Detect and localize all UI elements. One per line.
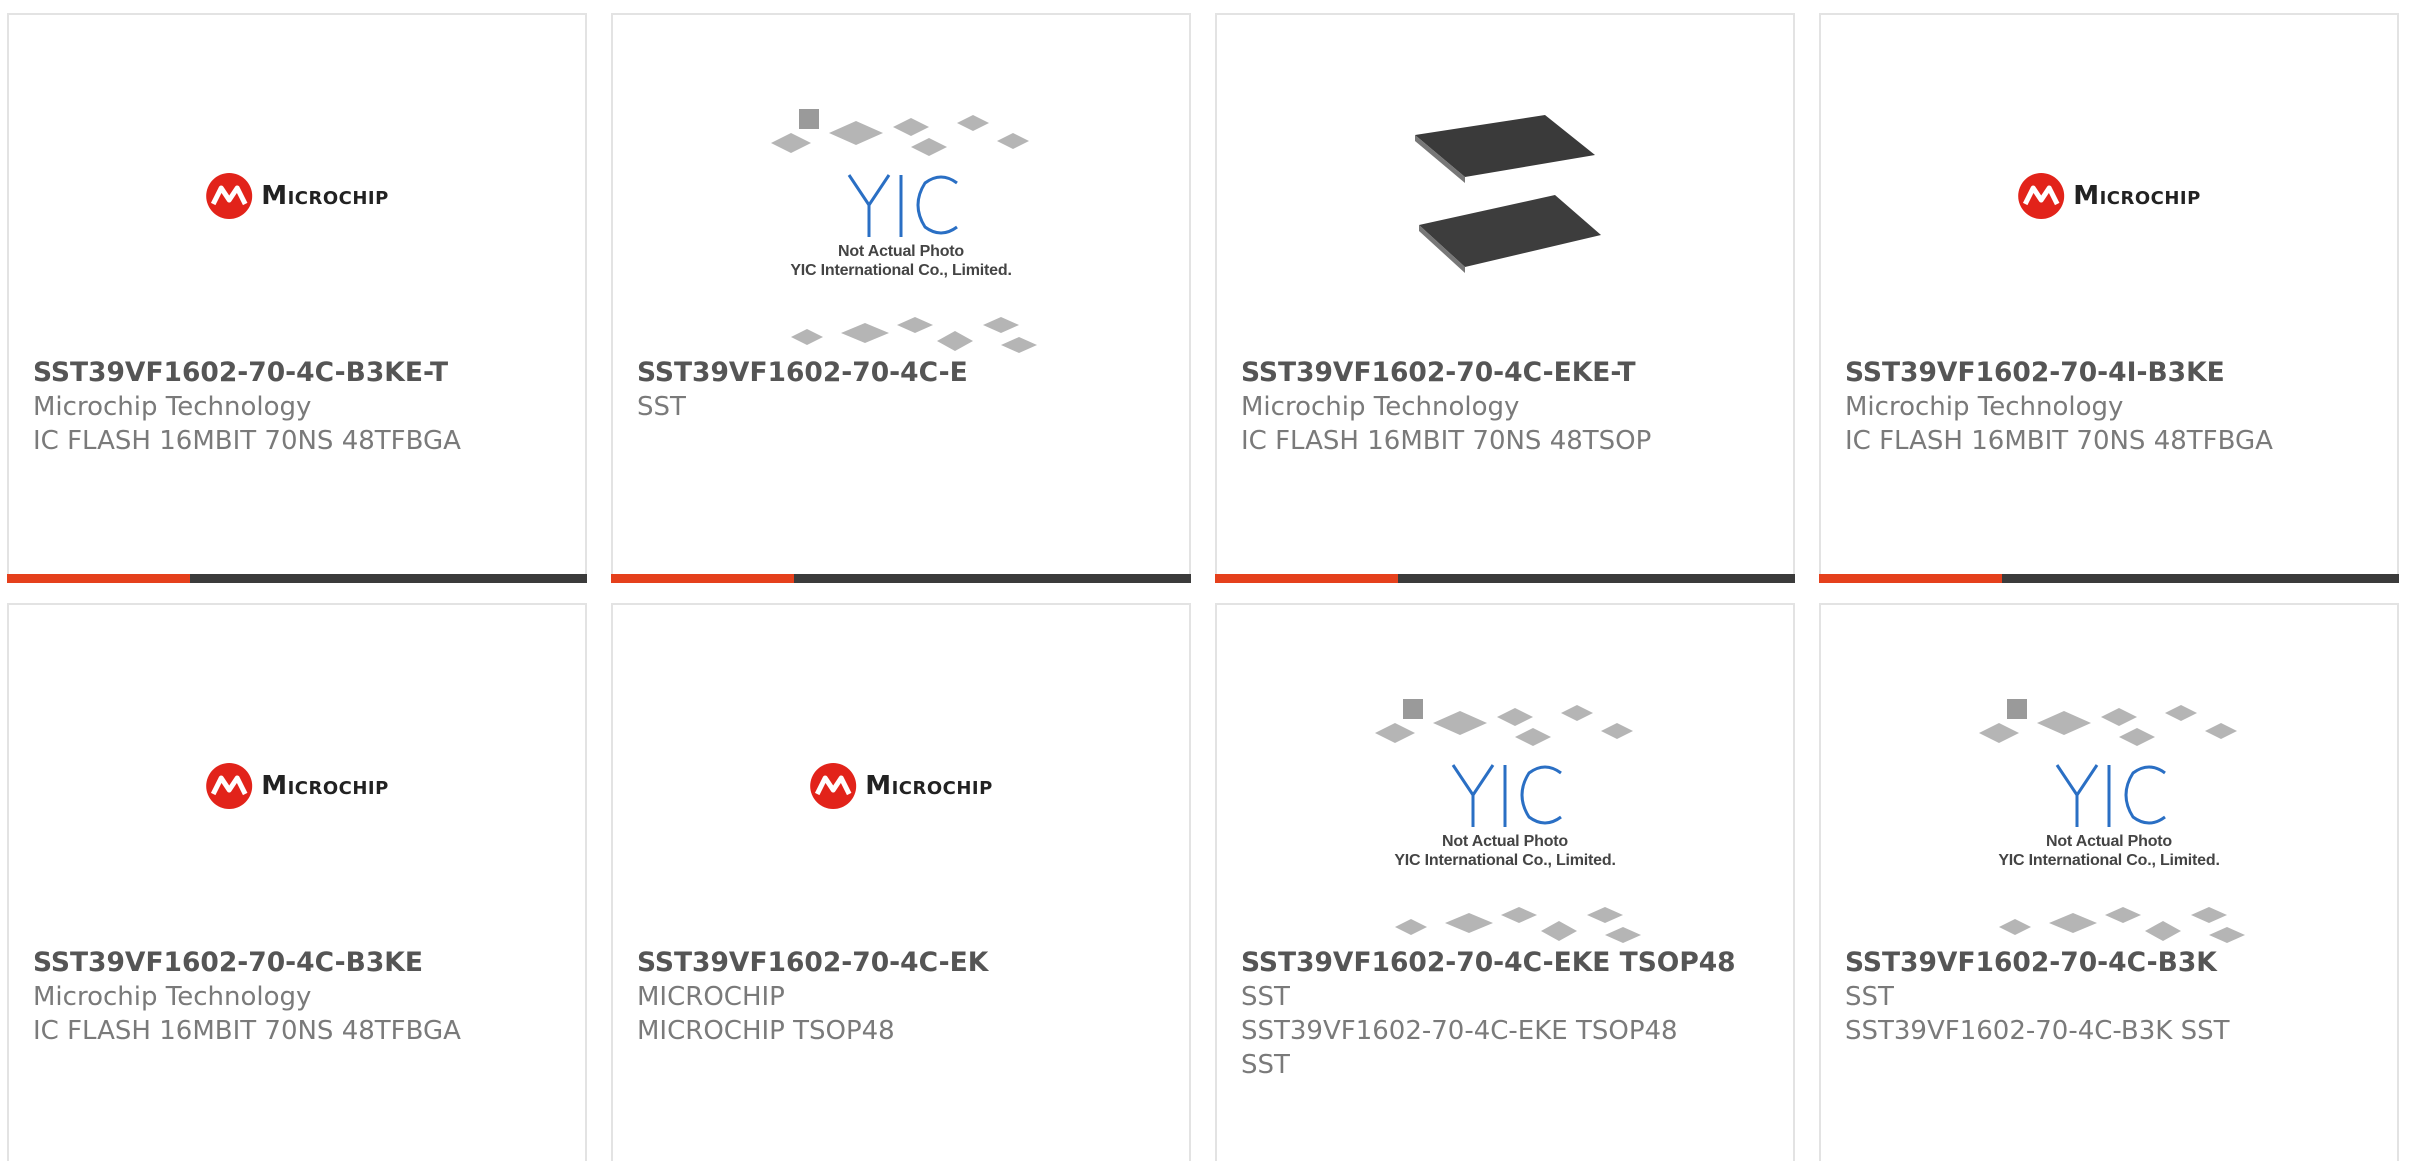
part-number[interactable]: SST39VF1602-70-4C-E <box>637 356 1165 390</box>
part-number[interactable]: SST39VF1602-70-4I-B3KE <box>1845 356 2373 390</box>
description: SST39VF1602-70-4C-EKE TSOP48 <box>1241 1016 1678 1046</box>
description: IC FLASH 16MBIT 70NS 48TFBGA <box>1845 426 2273 456</box>
yic-placeholder-image: Not Actual Photo YIC International Co., … <box>761 105 1041 355</box>
part-number[interactable]: SST39VF1602-70-4C-EK <box>637 946 1165 980</box>
accent-bar <box>611 574 794 583</box>
description-extra: SST <box>1241 1050 1290 1080</box>
microchip-logo-text: Microchip <box>261 771 389 801</box>
card-footer-bar <box>1819 574 2399 583</box>
accent-bar <box>7 574 190 583</box>
placeholder-company: YIC International Co., Limited. <box>790 262 1012 279</box>
manufacturer: SST <box>1845 982 1894 1012</box>
part-number[interactable]: SST39VF1602-70-4C-B3KE-T <box>33 356 561 390</box>
manufacturer: SST <box>637 392 686 422</box>
description: SST39VF1602-70-4C-B3K SST <box>1845 1016 2230 1046</box>
accent-bar <box>1819 574 2002 583</box>
product-image: Not Actual Photo YIC International Co., … <box>1217 605 1793 950</box>
chip-photo <box>1405 95 1605 295</box>
placeholder-caption: Not Actual Photo <box>838 243 964 260</box>
placeholder-company: YIC International Co., Limited. <box>1998 852 2220 869</box>
description: IC FLASH 16MBIT 70NS 48TFBGA <box>33 1016 461 1046</box>
microchip-logo: Microchip <box>809 760 993 812</box>
part-number[interactable]: SST39VF1602-70-4C-EKE TSOP48 <box>1241 946 1769 980</box>
accent-bar <box>1215 574 1398 583</box>
yic-placeholder-image: Not Actual Photo YIC International Co., … <box>1969 695 2249 945</box>
manufacturer: Microchip Technology <box>33 982 312 1012</box>
card-footer-bar <box>611 574 1191 583</box>
manufacturer: Microchip Technology <box>1845 392 2124 422</box>
manufacturer: Microchip Technology <box>1241 392 1520 422</box>
product-card[interactable]: Not Actual Photo YIC International Co., … <box>1215 603 1795 1161</box>
product-image: Microchip <box>613 605 1189 950</box>
description: IC FLASH 16MBIT 70NS 48TSOP <box>1241 426 1652 456</box>
microchip-logo: Microchip <box>2017 170 2201 222</box>
card-footer-bar <box>7 574 587 583</box>
product-image <box>1217 15 1793 360</box>
manufacturer: Microchip Technology <box>33 392 312 422</box>
microchip-logo: Microchip <box>205 760 389 812</box>
product-card[interactable]: Microchip SST39VF1602-70-4C-EK MICROCHIP… <box>611 603 1191 1161</box>
placeholder-company: YIC International Co., Limited. <box>1394 852 1616 869</box>
product-image: Not Actual Photo YIC International Co., … <box>613 15 1189 360</box>
description: IC FLASH 16MBIT 70NS 48TFBGA <box>33 426 461 456</box>
description: MICROCHIP TSOP48 <box>637 1016 895 1046</box>
manufacturer: MICROCHIP <box>637 982 785 1012</box>
product-card[interactable]: Microchip SST39VF1602-70-4C-B3KE-T Micro… <box>7 13 587 583</box>
product-image: Microchip <box>1821 15 2397 360</box>
placeholder-caption: Not Actual Photo <box>2046 833 2172 850</box>
manufacturer: SST <box>1241 982 1290 1012</box>
product-card[interactable]: SST39VF1602-70-4C-EKE-T Microchip Techno… <box>1215 13 1795 583</box>
microchip-logo-text: Microchip <box>261 181 389 211</box>
part-number[interactable]: SST39VF1602-70-4C-B3K <box>1845 946 2373 980</box>
product-grid: Microchip SST39VF1602-70-4C-B3KE-T Micro… <box>0 0 2410 1161</box>
product-card[interactable]: Microchip SST39VF1602-70-4I-B3KE Microch… <box>1819 13 2399 583</box>
part-number[interactable]: SST39VF1602-70-4C-EKE-T <box>1241 356 1769 390</box>
yic-placeholder-image: Not Actual Photo YIC International Co., … <box>1365 695 1645 945</box>
microchip-logo-text: Microchip <box>2073 181 2201 211</box>
microchip-logo: Microchip <box>205 170 389 222</box>
part-number[interactable]: SST39VF1602-70-4C-B3KE <box>33 946 561 980</box>
placeholder-caption: Not Actual Photo <box>1442 833 1568 850</box>
product-image: Microchip <box>9 605 585 950</box>
card-footer-bar <box>1215 574 1795 583</box>
product-card[interactable]: Not Actual Photo YIC International Co., … <box>611 13 1191 583</box>
product-card[interactable]: Microchip SST39VF1602-70-4C-B3KE Microch… <box>7 603 587 1161</box>
microchip-logo-text: Microchip <box>865 771 993 801</box>
product-image: Not Actual Photo YIC International Co., … <box>1821 605 2397 950</box>
product-card[interactable]: Not Actual Photo YIC International Co., … <box>1819 603 2399 1161</box>
product-image: Microchip <box>9 15 585 360</box>
